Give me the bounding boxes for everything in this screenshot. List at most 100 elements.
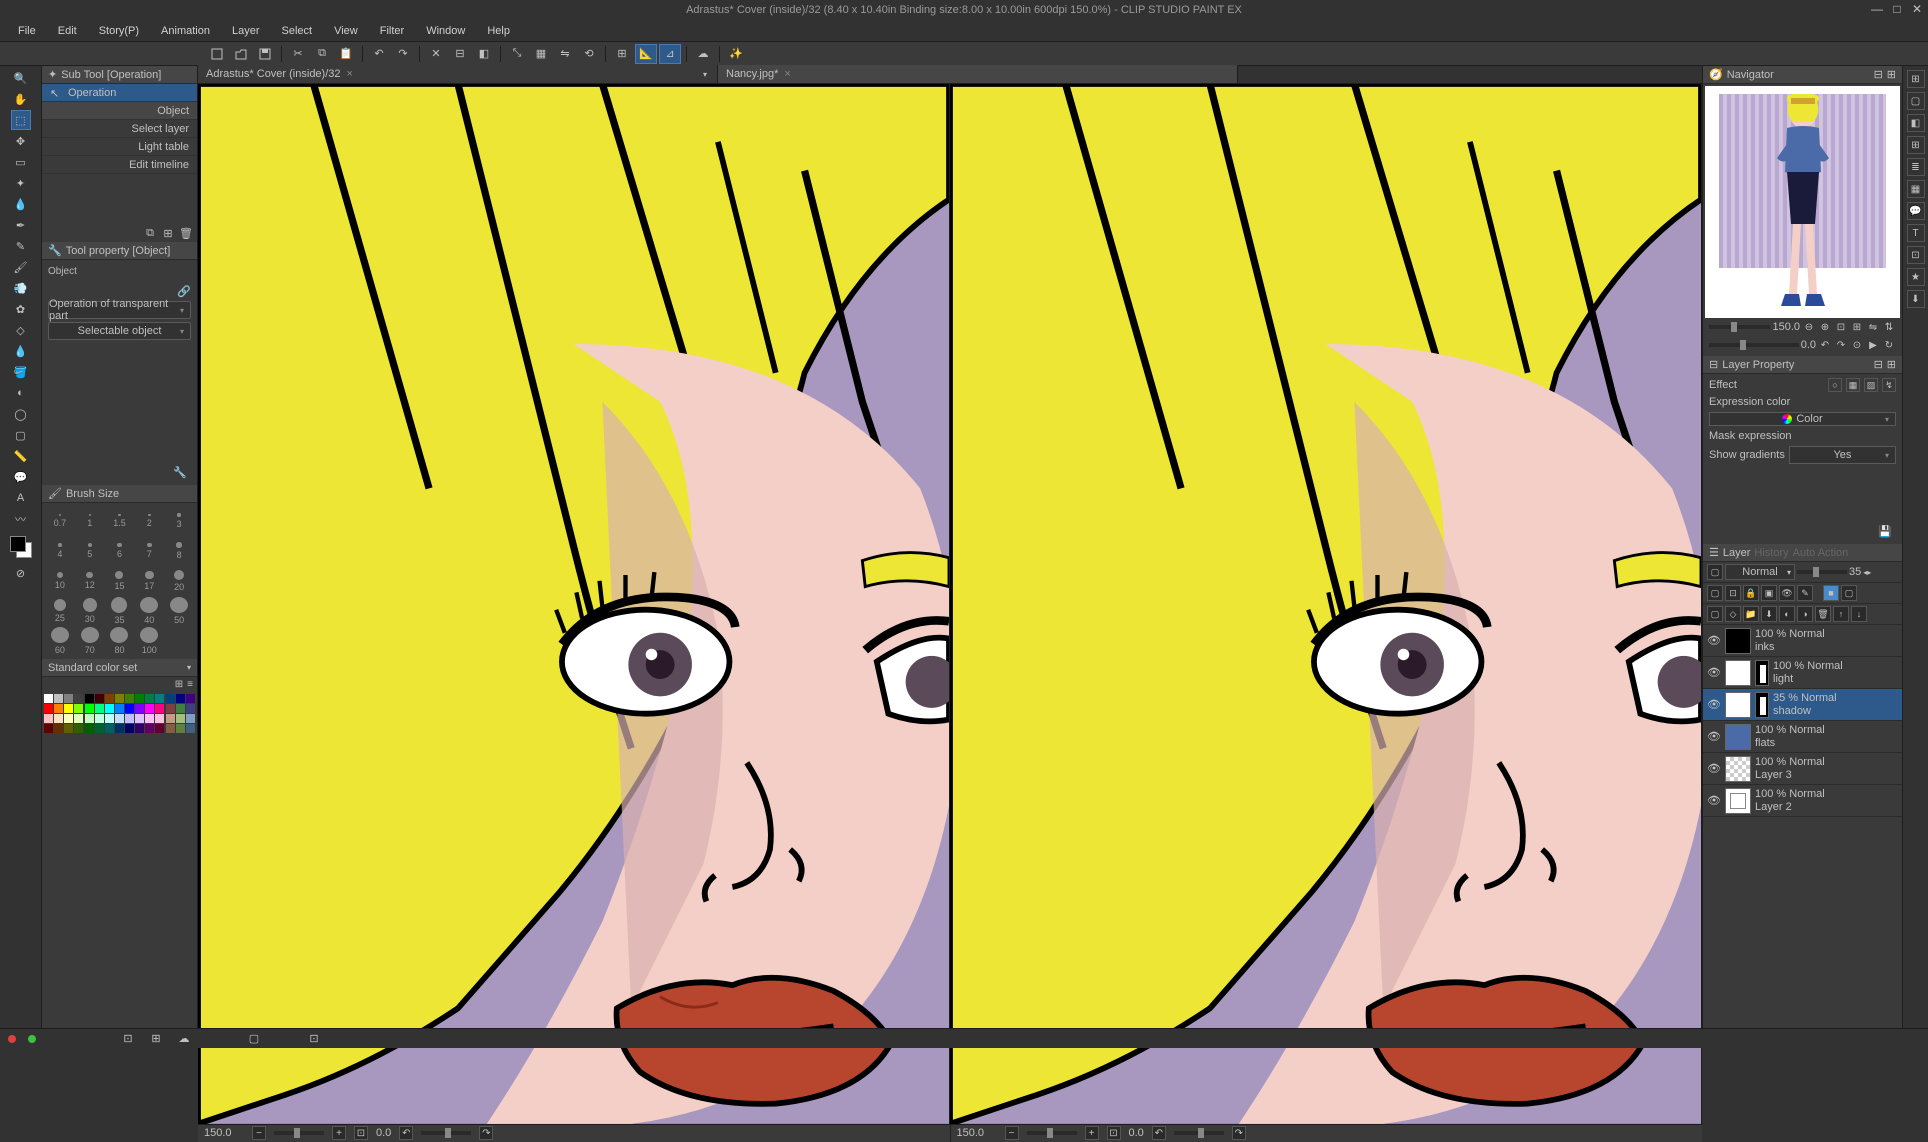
layer-row[interactable]: 👁100 % Normalinks xyxy=(1703,625,1902,657)
brush-size-cell[interactable]: 2 xyxy=(135,507,163,535)
visibility-icon[interactable]: 👁 xyxy=(1707,666,1721,679)
sb-icon-4[interactable]: ▢ xyxy=(246,1031,262,1047)
stream-icon[interactable]: ≣ xyxy=(1907,158,1925,176)
color-swatch-cell[interactable] xyxy=(176,724,185,733)
color-swatch-cell[interactable] xyxy=(115,694,124,703)
fit-button[interactable]: ⊡ xyxy=(1107,1126,1121,1140)
balloon-tool[interactable]: 💬 xyxy=(11,467,31,487)
layer-thumbnail[interactable] xyxy=(1725,628,1751,654)
color-swatch-cell[interactable] xyxy=(166,714,175,723)
eraser-tool[interactable]: ◇ xyxy=(11,320,31,340)
color-swatch-cell[interactable] xyxy=(64,714,73,723)
layer-mask-thumbnail[interactable] xyxy=(1755,692,1769,718)
blend-tool[interactable]: 💧 xyxy=(11,341,31,361)
color-swatch-cell[interactable] xyxy=(125,724,134,733)
color-swatch-cell[interactable] xyxy=(145,724,154,733)
ref-icon[interactable]: 👁 xyxy=(1779,585,1795,601)
color-swatch-cell[interactable] xyxy=(125,694,134,703)
draft-icon[interactable]: ✎ xyxy=(1797,585,1813,601)
menu-story[interactable]: Story(P) xyxy=(89,22,149,40)
layer-thumbnail[interactable] xyxy=(1725,692,1751,718)
zoom-out-button[interactable]: − xyxy=(252,1126,266,1140)
brush-size-cell[interactable]: 60 xyxy=(46,627,74,655)
color-swatch-cell[interactable] xyxy=(54,724,63,733)
brush-size-cell[interactable]: 15 xyxy=(106,567,134,595)
new-raster-icon[interactable]: ▢ xyxy=(1707,606,1723,622)
brush-size-cell[interactable]: 12 xyxy=(76,567,104,595)
color-swatch-cell[interactable] xyxy=(115,724,124,733)
zoom-slider[interactable] xyxy=(1709,325,1770,329)
layer-row[interactable]: 👁100 % NormalLayer 3 xyxy=(1703,753,1902,785)
expression-color-dropdown[interactable]: Color xyxy=(1709,412,1896,426)
zoom-in-button[interactable]: + xyxy=(332,1126,346,1140)
save-preset-icon[interactable]: 💾 xyxy=(1878,524,1892,538)
flip-button[interactable]: ⇋ xyxy=(554,44,576,64)
cube-icon[interactable]: ◧ xyxy=(1907,114,1925,132)
lock-icon[interactable]: 🔒 xyxy=(1743,585,1759,601)
color-swatch-cell[interactable] xyxy=(135,714,144,723)
brush-size-cell[interactable]: 1 xyxy=(76,507,104,535)
brush-size-cell[interactable]: 35 xyxy=(106,597,134,625)
color-swatch-cell[interactable] xyxy=(166,724,175,733)
color-swatch-cell[interactable] xyxy=(105,704,114,713)
color-swatch[interactable] xyxy=(10,536,32,558)
download-icon[interactable]: ⬇ xyxy=(1907,290,1925,308)
close-button[interactable]: ✕ xyxy=(1910,2,1924,16)
grid-icon[interactable]: ⊞ xyxy=(175,679,183,690)
save-button[interactable] xyxy=(254,44,276,64)
menu-filter[interactable]: Filter xyxy=(370,22,414,40)
snap-ruler-button[interactable]: 📐 xyxy=(635,44,657,64)
rotate-value[interactable]: 0.0 xyxy=(376,1127,391,1139)
brush-size-cell[interactable]: 20 xyxy=(165,567,193,595)
gradient-tool[interactable]: ◐ xyxy=(11,383,31,403)
brush-size-cell[interactable]: 10 xyxy=(46,567,74,595)
sb-icon-2[interactable]: ⊞ xyxy=(148,1031,164,1047)
zoom-out-button[interactable]: − xyxy=(1005,1126,1019,1140)
merge-icon[interactable]: ⬇ xyxy=(1761,606,1777,622)
scale-button[interactable]: ⤡ xyxy=(506,44,528,64)
color-swatch-cell[interactable] xyxy=(105,714,114,723)
color-swatch-cell[interactable] xyxy=(95,724,104,733)
snap-special-button[interactable]: ⊿ xyxy=(659,44,681,64)
snap-grid-button[interactable]: ⊞ xyxy=(611,44,633,64)
color-swatch-cell[interactable] xyxy=(64,694,73,703)
brush-size-header[interactable]: 🖌 Brush Size xyxy=(42,485,197,503)
rotate-ccw-button[interactable]: ↶ xyxy=(399,1126,413,1140)
layer-thumbnail[interactable] xyxy=(1725,788,1751,814)
fit-icon[interactable]: ⊡ xyxy=(1834,320,1848,334)
brush-size-cell[interactable]: 5 xyxy=(76,537,104,565)
menu-file[interactable]: File xyxy=(8,22,46,40)
trash-icon[interactable]: 🗑 xyxy=(179,226,193,240)
rotate-button[interactable]: ⟲ xyxy=(578,44,600,64)
sb-icon-1[interactable]: ⊡ xyxy=(120,1031,136,1047)
figure-tool[interactable]: ◯ xyxy=(11,404,31,424)
menu-layer[interactable]: Layer xyxy=(222,22,270,40)
chevron-down-icon[interactable]: ▾ xyxy=(703,70,707,79)
close-icon[interactable]: × xyxy=(784,68,790,80)
fit-button[interactable]: ⊡ xyxy=(354,1126,368,1140)
color-swatch-cell[interactable] xyxy=(64,704,73,713)
layer-row[interactable]: 👁100 % Normallight xyxy=(1703,657,1902,689)
subtool-edit-timeline[interactable]: Edit timeline xyxy=(42,156,197,174)
reset-rotate-icon[interactable]: ⊙ xyxy=(1850,338,1864,352)
menu-select[interactable]: Select xyxy=(272,22,323,40)
rotate-value[interactable]: 0.0 xyxy=(1129,1127,1144,1139)
brush-size-cell[interactable]: 40 xyxy=(135,597,163,625)
brush-size-cell[interactable]: 70 xyxy=(76,627,104,655)
color-swatch-cell[interactable] xyxy=(176,714,185,723)
brush-size-cell[interactable]: 100 xyxy=(135,627,163,655)
transparent-toggle[interactable]: ⊘ xyxy=(11,563,31,583)
brush-size-cell[interactable]: 17 xyxy=(135,567,163,595)
color-swatch-cell[interactable] xyxy=(44,714,53,723)
clear-button[interactable]: ✕ xyxy=(425,44,447,64)
subtool-panel-header[interactable]: ✦ Sub Tool [Operation] xyxy=(42,66,197,84)
material-icon[interactable]: ▢ xyxy=(1907,92,1925,110)
copy-button[interactable]: ⧉ xyxy=(311,44,333,64)
pattern-icon[interactable]: ▦ xyxy=(1907,180,1925,198)
clip-icon[interactable]: ▣ xyxy=(1761,585,1777,601)
lock-trans-icon[interactable]: ▢ xyxy=(1707,585,1723,601)
color-swatch-cell[interactable] xyxy=(95,694,104,703)
color-swatch-cell[interactable] xyxy=(95,704,104,713)
brush-tool[interactable]: 🖌 xyxy=(11,257,31,277)
color-swatch-cell[interactable] xyxy=(44,724,53,733)
